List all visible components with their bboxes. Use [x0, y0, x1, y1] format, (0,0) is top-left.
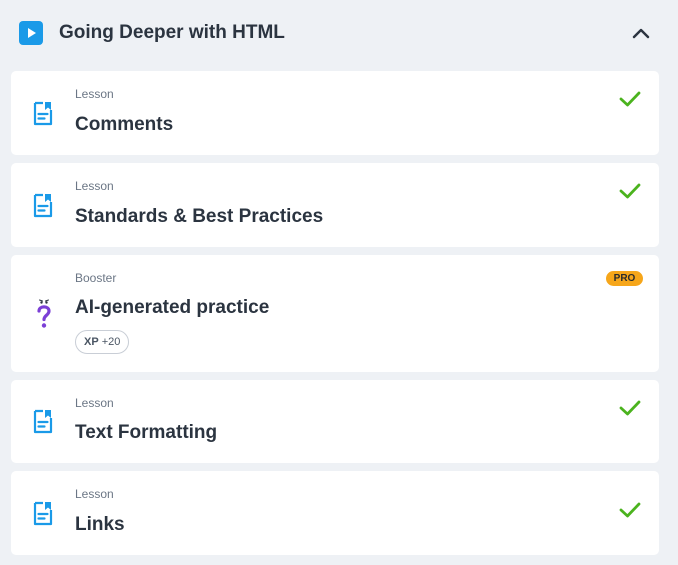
item-type-label: Lesson: [75, 396, 114, 410]
lesson-card-comments[interactable]: Lesson Comments: [11, 71, 659, 155]
lesson-card-links[interactable]: Lesson Links: [11, 471, 659, 555]
lesson-doc-icon: [33, 100, 53, 126]
check-icon: [618, 500, 642, 520]
lesson-card-text-formatting[interactable]: Lesson Text Formatting: [11, 380, 659, 463]
check-icon: [618, 89, 642, 109]
xp-value: +20: [101, 336, 121, 348]
lesson-doc-icon: [33, 408, 53, 434]
lesson-doc-icon: [33, 192, 53, 218]
check-icon: [618, 181, 642, 201]
lesson-card-standards[interactable]: Lesson Standards & Best Practices: [11, 163, 659, 247]
item-title: Standards & Best Practices: [75, 206, 324, 227]
xp-label: XP: [84, 336, 99, 348]
item-title: Comments: [75, 114, 174, 135]
pro-badge: PRO: [606, 271, 643, 286]
chevron-up-icon[interactable]: [628, 20, 654, 46]
booster-card-ai-practice[interactable]: Booster AI-generated practice PRO XP +20: [11, 255, 659, 372]
item-type-label: Lesson: [75, 179, 114, 193]
item-type-label: Lesson: [75, 487, 114, 501]
lesson-doc-icon: [33, 500, 53, 526]
item-title: Links: [75, 514, 125, 535]
section-title: Going Deeper with HTML: [59, 22, 285, 43]
play-icon: [19, 21, 43, 45]
item-title: AI-generated practice: [75, 297, 270, 318]
xp-pill: XP +20: [75, 330, 130, 354]
item-type-label: Lesson: [75, 87, 114, 101]
question-mark-icon: [31, 299, 57, 331]
item-title: Text Formatting: [75, 422, 218, 443]
check-icon: [618, 398, 642, 418]
section-header[interactable]: Going Deeper with HTML: [0, 0, 678, 66]
item-type-label: Booster: [75, 271, 117, 285]
